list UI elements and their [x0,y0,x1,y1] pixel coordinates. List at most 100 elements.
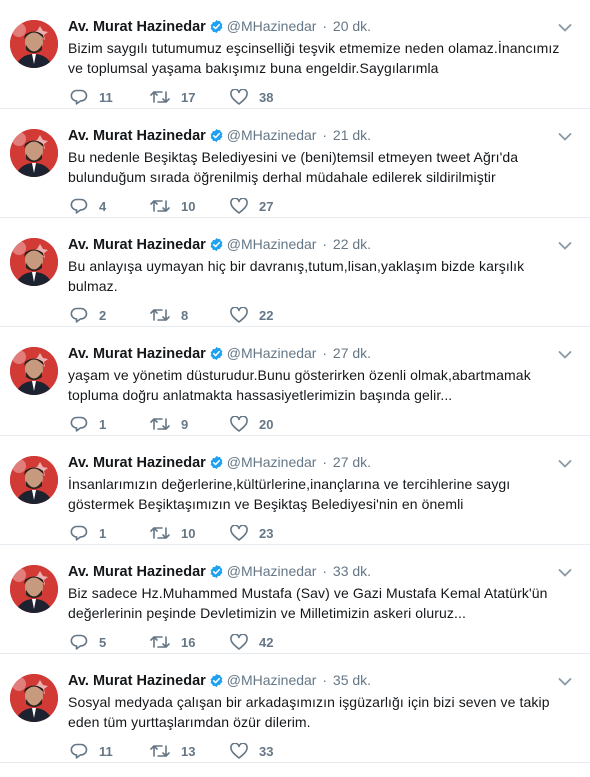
tweet-timestamp[interactable]: 27 dk. [333,454,371,470]
author-handle[interactable]: @MHazinedar [227,18,317,34]
reply-icon [70,416,88,432]
author-name[interactable]: Av. Murat Hazinedar [68,455,206,471]
reply-button[interactable]: 5 [70,632,106,652]
retweet-button[interactable]: 17 [150,87,195,107]
retweet-count: 10 [181,525,196,541]
tweet-header: Av. Murat Hazinedar @MHazinedar · 35 dk. [68,671,554,692]
author-name[interactable]: Av. Murat Hazinedar [68,128,206,144]
avatar[interactable] [10,238,58,286]
retweet-button[interactable]: 9 [150,414,188,434]
like-button[interactable]: 38 [230,87,273,107]
tweet[interactable]: Av. Murat Hazinedar @MHazinedar · 21 dk. … [0,109,590,218]
like-icon [230,198,248,214]
avatar[interactable] [10,129,58,177]
like-button[interactable]: 42 [230,632,273,652]
chevron-down-icon[interactable] [558,565,572,577]
verified-badge-icon [209,564,224,583]
separator-dot: · [322,345,328,361]
like-button[interactable]: 33 [230,741,273,761]
avatar[interactable] [10,674,58,722]
tweet-text: Biz sadece Hz.Muhammed Mustafa (Sav) ve … [68,585,548,621]
like-button[interactable]: 27 [230,196,273,216]
reply-icon [70,89,88,105]
chevron-down-icon[interactable] [558,20,572,32]
author-handle[interactable]: @MHazinedar [227,454,317,470]
tweet[interactable]: Av. Murat Hazinedar @MHazinedar · 27 dk. … [0,327,590,436]
tweet[interactable]: Av. Murat Hazinedar @MHazinedar · 20 dk. … [0,0,590,109]
author-handle[interactable]: @MHazinedar [227,127,317,143]
separator-dot: · [322,127,328,143]
reply-icon [70,525,88,541]
retweet-button[interactable]: 16 [150,632,195,652]
chevron-down-icon[interactable] [558,238,572,250]
reply-button[interactable]: 4 [70,196,106,216]
avatar[interactable] [10,20,58,68]
chevron-down-icon[interactable] [558,674,572,686]
tweet-timestamp[interactable]: 20 dk. [333,18,371,34]
like-count: 42 [259,634,274,650]
author-name[interactable]: Av. Murat Hazinedar [68,19,206,35]
chevron-down-icon[interactable] [558,347,572,359]
avatar[interactable] [10,456,58,504]
chevron-down-icon[interactable] [558,456,572,468]
retweet-button[interactable]: 10 [150,523,195,543]
separator-dot: · [322,236,328,252]
verified-badge-icon [209,346,224,365]
reply-count: 11 [99,743,113,759]
retweet-button[interactable]: 8 [150,305,188,325]
tweet[interactable]: Av. Murat Hazinedar @MHazinedar · 35 dk. … [0,654,590,763]
author-name[interactable]: Av. Murat Hazinedar [68,346,206,362]
tweet-text: Bu nedenle Beşiktaş Belediyesini ve (ben… [68,149,519,185]
avatar[interactable] [10,565,58,613]
retweet-button[interactable]: 10 [150,196,195,216]
reply-button[interactable]: 2 [70,305,106,325]
retweet-button[interactable]: 13 [150,741,195,761]
tweet-timestamp[interactable]: 35 dk. [333,672,371,688]
like-button[interactable]: 20 [230,414,273,434]
author-handle[interactable]: @MHazinedar [227,236,317,252]
like-count: 38 [259,89,274,105]
like-icon [230,89,248,105]
author-handle[interactable]: @MHazinedar [227,563,317,579]
tweet-timeline: Av. Murat Hazinedar @MHazinedar · 20 dk. … [0,0,590,777]
reply-button[interactable]: 11 [70,741,113,761]
chevron-down-icon[interactable] [558,129,572,141]
like-count: 27 [259,198,274,214]
tweet-text: Bizim saygılı tutumumuz eşcinselliği teş… [68,40,560,76]
retweet-icon [150,634,170,650]
tweet[interactable]: Av. Murat Hazinedar @MHazinedar · 27 dk. … [0,436,590,545]
tweet-timestamp[interactable]: 22 dk. [333,236,371,252]
like-button[interactable]: 23 [230,523,273,543]
like-button[interactable]: 22 [230,305,273,325]
retweet-icon [150,525,170,541]
tweet-header: Av. Murat Hazinedar @MHazinedar · 20 dk. [68,17,554,38]
reply-icon [70,634,88,650]
author-name[interactable]: Av. Murat Hazinedar [68,237,206,253]
verified-badge-icon [209,673,224,692]
author-name[interactable]: Av. Murat Hazinedar [68,564,206,580]
tweet[interactable]: Av. Murat Hazinedar @MHazinedar · 33 dk. … [0,545,590,654]
tweet-header: Av. Murat Hazinedar @MHazinedar · 22 dk. [68,235,554,256]
separator-dot: · [322,18,328,34]
tweet-timestamp[interactable]: 27 dk. [333,345,371,361]
like-count: 20 [259,416,274,432]
retweet-count: 13 [181,743,196,759]
retweet-icon [150,307,170,323]
author-handle[interactable]: @MHazinedar [227,672,317,688]
reply-count: 1 [99,525,107,541]
tweet-text: Sosyal medyada çalışan bir arkadaşımızın… [68,694,550,730]
tweet-timestamp[interactable]: 33 dk. [333,563,371,579]
tweet-actions: 2 8 22 [70,305,370,325]
verified-badge-icon [209,455,224,474]
reply-button[interactable]: 11 [70,87,113,107]
avatar[interactable] [10,347,58,395]
tweet[interactable]: Av. Murat Hazinedar @MHazinedar · 22 dk. … [0,218,590,327]
author-handle[interactable]: @MHazinedar [227,345,317,361]
reply-button[interactable]: 1 [70,523,106,543]
reply-button[interactable]: 1 [70,414,106,434]
tweet-timestamp[interactable]: 21 dk. [333,127,371,143]
author-name[interactable]: Av. Murat Hazinedar [68,673,206,689]
tweet-actions: 1 9 20 [70,414,370,434]
like-icon [230,634,248,650]
tweet-header: Av. Murat Hazinedar @MHazinedar · 21 dk. [68,126,554,147]
